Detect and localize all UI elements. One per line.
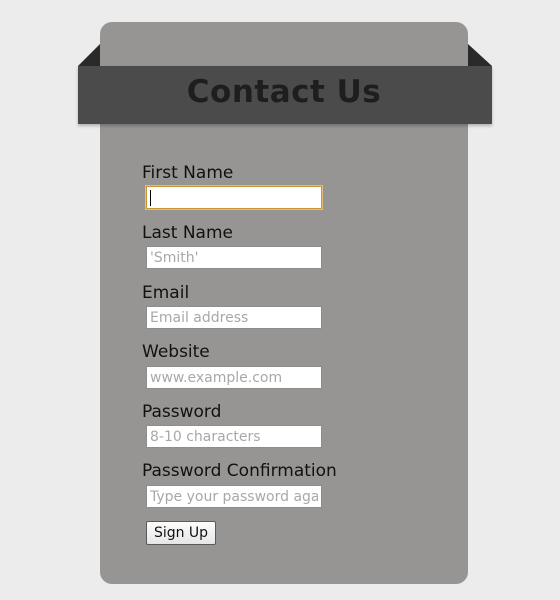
email-label: Email xyxy=(142,283,190,303)
website-input[interactable] xyxy=(146,366,322,389)
last-name-input[interactable] xyxy=(146,246,322,269)
website-label: Website xyxy=(142,342,210,362)
banner-fold-right xyxy=(468,44,492,66)
last-name-label: Last Name xyxy=(142,223,233,243)
password-confirmation-label: Password Confirmation xyxy=(142,461,337,481)
text-caret xyxy=(150,190,151,206)
password-confirmation-input[interactable] xyxy=(146,485,322,508)
banner-fold-left xyxy=(78,44,100,66)
first-name-label: First Name xyxy=(142,163,234,183)
email-input[interactable] xyxy=(146,306,322,329)
sign-up-button[interactable]: Sign Up xyxy=(146,521,216,545)
form-title: Contact Us xyxy=(186,74,382,110)
first-name-input[interactable] xyxy=(146,186,322,209)
password-input[interactable] xyxy=(146,425,322,448)
password-label: Password xyxy=(142,402,222,422)
